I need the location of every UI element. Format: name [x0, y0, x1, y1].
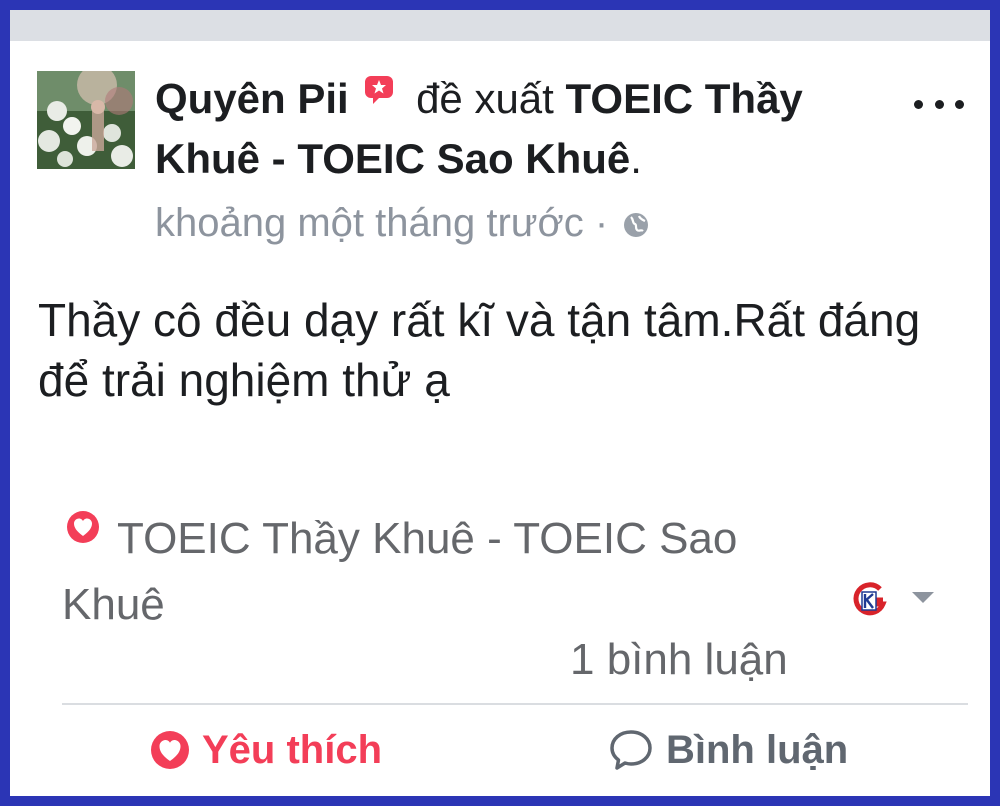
recommended-page-name[interactable]: TOEIC Thầy Khuê - TOEIC Sao Khuê	[62, 506, 822, 638]
recommends-text: đề xuất	[416, 75, 554, 122]
heart-icon	[67, 511, 99, 543]
comment-button[interactable]: Bình luận	[608, 720, 848, 780]
comment-count[interactable]: 1 bình luận	[570, 632, 788, 688]
star-badge-icon	[365, 76, 394, 104]
review-text: Thầy cô đều dạy rất kĩ và tận tâm.Rất đá…	[38, 294, 921, 406]
more-dot	[934, 99, 944, 109]
globe-icon	[624, 213, 649, 237]
post-header-line-2: Khuê - TOEIC Sao Khuê.	[155, 134, 642, 184]
more-options-icon[interactable]	[914, 84, 964, 124]
toeic-sao-khue-logo[interactable]	[850, 580, 888, 620]
divider	[62, 703, 968, 705]
top-strip	[10, 10, 990, 41]
avatar[interactable]	[37, 71, 135, 169]
author-name[interactable]: Quyên Pii	[155, 75, 349, 122]
page-name-line-1[interactable]: TOEIC Thầy	[566, 75, 803, 122]
more-dot	[955, 99, 964, 109]
dropdown-caret-icon[interactable]	[912, 592, 934, 603]
comment-bubble-icon	[610, 730, 652, 770]
timestamp-text[interactable]: khoảng một tháng trước ·	[155, 201, 608, 245]
like-button[interactable]: Yêu thích	[150, 720, 382, 780]
timestamp: khoảng một tháng trước ·	[155, 200, 649, 246]
period: .	[630, 135, 642, 182]
like-label: Yêu thích	[202, 727, 383, 772]
page-name-line-2[interactable]: Khuê - TOEIC Sao Khuê	[155, 135, 630, 182]
more-dot	[914, 99, 923, 109]
comment-label: Bình luận	[666, 727, 849, 772]
avatar-image	[37, 71, 135, 169]
post-header-line-1: Quyên Pii đề xuất TOEIC Thầy	[155, 74, 803, 124]
post-card: Quyên Pii đề xuất TOEIC Thầy Khuê - TOEI…	[10, 10, 990, 796]
heart-icon	[151, 731, 189, 769]
